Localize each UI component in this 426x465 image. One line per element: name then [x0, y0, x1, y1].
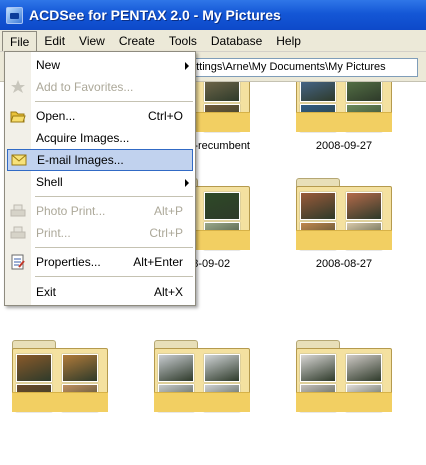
- printer-icon: [10, 226, 26, 239]
- folder-thumbnail-icon: [154, 340, 250, 412]
- menu-item-label: Properties...: [36, 255, 101, 269]
- menu-item-new[interactable]: New: [5, 54, 195, 76]
- address-path-input[interactable]: ettings\Arne\My Documents\My Pictures: [186, 58, 418, 77]
- photo-thumbnail: [346, 354, 382, 382]
- menu-separator: [35, 101, 193, 102]
- menu-item-label: E-mail Images...: [37, 153, 124, 167]
- folder-thumbnail-icon: [296, 178, 392, 250]
- photo-thumbnail: [204, 192, 240, 220]
- folder-thumbnail-icon: [12, 340, 108, 412]
- properties-icon: [11, 254, 25, 270]
- menu-item-print: Print... Ctrl+P: [5, 222, 195, 244]
- folder-label: 2008-09-27: [315, 140, 373, 152]
- photo-thumbnail: [204, 354, 240, 382]
- menu-edit[interactable]: Edit: [37, 31, 72, 51]
- menu-bar: File Edit View Create Tools Database Hel…: [0, 30, 426, 52]
- acdsee-app-icon: [6, 6, 23, 24]
- menu-item-label: New: [36, 58, 61, 72]
- menu-view[interactable]: View: [72, 31, 112, 51]
- menu-file[interactable]: File: [2, 30, 38, 51]
- favorites-star-icon: [11, 80, 25, 93]
- menu-item-shortcut: Ctrl+O: [147, 109, 183, 123]
- photo-thumbnail: [346, 82, 382, 102]
- submenu-arrow-icon: [185, 62, 189, 70]
- menu-item-acquire-images[interactable]: Acquire Images...: [5, 127, 195, 149]
- menu-create[interactable]: Create: [112, 31, 162, 51]
- photo-thumbnail: [158, 354, 194, 382]
- folder-thumbnail-icon: [296, 82, 392, 132]
- photo-thumbnail: [300, 192, 336, 220]
- menu-item-photo-print: Photo Print... Alt+P: [5, 200, 195, 222]
- menu-separator: [35, 196, 193, 197]
- photo-thumbnail: [204, 82, 240, 102]
- menu-item-open[interactable]: Open... Ctrl+O: [5, 105, 195, 127]
- folder-label: 2008-08-27: [315, 258, 373, 270]
- menu-item-label: Add to Favorites...: [36, 80, 134, 94]
- menu-separator: [35, 276, 193, 277]
- menu-item-label: Photo Print...: [36, 204, 106, 218]
- menu-item-label: Shell: [36, 175, 63, 189]
- window-title: ACDSee for PENTAX 2.0 - My Pictures: [29, 7, 281, 23]
- file-menu-dropdown: New Add to Favorites... Open... Ctrl+O A…: [4, 51, 196, 306]
- menu-item-exit[interactable]: Exit Alt+X: [5, 281, 195, 303]
- menu-item-label: Print...: [36, 226, 71, 240]
- menu-item-label: Open...: [36, 109, 76, 123]
- photo-thumbnail: [346, 192, 382, 220]
- folder-thumbnail-icon: [296, 340, 392, 412]
- photo-thumbnail: [62, 354, 98, 382]
- menu-help[interactable]: Help: [269, 31, 308, 51]
- photo-thumbnail: [300, 82, 336, 102]
- menu-separator: [35, 247, 193, 248]
- menu-item-email-images[interactable]: E-mail Images...: [7, 149, 193, 171]
- menu-item-label: Acquire Images...: [36, 131, 130, 145]
- menu-item-shortcut: Alt+X: [153, 285, 183, 299]
- menu-item-shortcut: Alt+Enter: [133, 255, 183, 269]
- photo-thumbnail: [16, 354, 52, 382]
- menu-item-add-to-favorites: Add to Favorites...: [5, 76, 195, 98]
- menu-tools[interactable]: Tools: [162, 31, 204, 51]
- menu-item-shell[interactable]: Shell: [5, 171, 195, 193]
- menu-item-shortcut: Alt+P: [153, 204, 183, 218]
- title-bar[interactable]: ACDSee for PENTAX 2.0 - My Pictures: [0, 0, 426, 30]
- menu-item-label: Exit: [36, 285, 57, 299]
- menu-database[interactable]: Database: [204, 31, 269, 51]
- menu-item-properties[interactable]: Properties... Alt+Enter: [5, 251, 195, 273]
- open-folder-icon: [10, 111, 26, 123]
- menu-item-shortcut: Ctrl+P: [149, 226, 183, 240]
- photo-printer-icon: [10, 204, 26, 217]
- photo-thumbnail: [300, 354, 336, 382]
- submenu-arrow-icon: [185, 179, 189, 187]
- envelope-icon: [11, 154, 27, 166]
